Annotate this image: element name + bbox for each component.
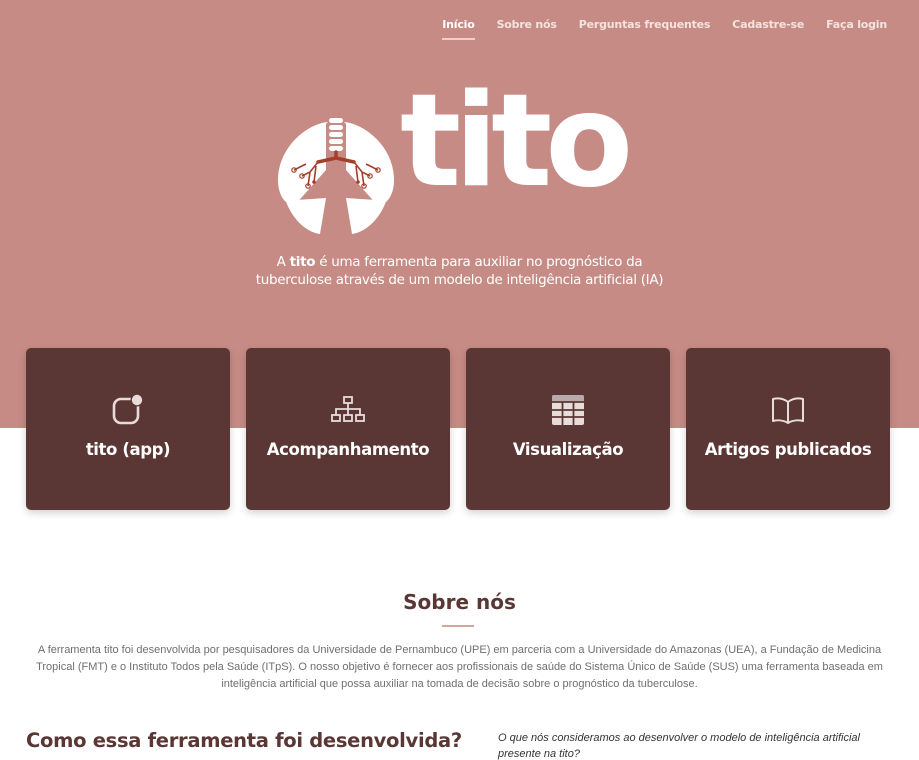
how-title: Como essa ferramenta foi desenvolvida? <box>26 729 462 752</box>
tagline-line2: tuberculose através de um modelo de inte… <box>255 272 664 288</box>
tagline-prefix: A <box>276 254 290 270</box>
nav-sobre-nos[interactable]: Sobre nós <box>497 18 557 40</box>
card-visualizacao[interactable]: Visualização <box>466 348 670 510</box>
tagline-brand: tito <box>289 254 316 270</box>
lungs-icon <box>278 118 394 234</box>
app-notification-icon <box>111 394 145 426</box>
card-label: tito (app) <box>85 440 171 459</box>
how-question: O que nós consideramos ao desenvolver o … <box>498 732 860 760</box>
about-title: Sobre nós <box>403 590 516 614</box>
hero-tagline: A tito é uma ferramenta para auxiliar no… <box>0 253 919 289</box>
table-icon <box>551 394 585 426</box>
sitemap-icon <box>331 394 365 426</box>
nav-faca-login[interactable]: Faça login <box>826 18 887 40</box>
card-label: Artigos publicados <box>704 440 872 459</box>
logo-wordmark: tito <box>400 67 633 216</box>
title-divider <box>442 625 474 627</box>
card-tito-app[interactable]: tito (app) <box>26 348 230 510</box>
tito-logo: tito <box>276 78 646 234</box>
card-acompanhamento[interactable]: Acompanhamento <box>246 348 450 510</box>
nav-perguntas-frequentes[interactable]: Perguntas frequentes <box>579 18 711 40</box>
feature-cards: tito (app) Acompanhamento Visualização A… <box>26 348 890 510</box>
tagline-line1: é uma ferramenta para auxiliar no prognó… <box>315 254 643 270</box>
card-label: Visualização <box>512 440 624 459</box>
nav-cadastre-se[interactable]: Cadastre-se <box>732 18 804 40</box>
card-label: Acompanhamento <box>266 440 430 459</box>
about-text: A ferramenta tito foi desenvolvida por p… <box>36 644 883 690</box>
book-icon <box>771 394 805 426</box>
nav-inicio[interactable]: Início <box>442 18 475 40</box>
top-nav: Início Sobre nós Perguntas frequentes Ca… <box>442 18 887 40</box>
card-artigos-publicados[interactable]: Artigos publicados <box>686 348 890 510</box>
